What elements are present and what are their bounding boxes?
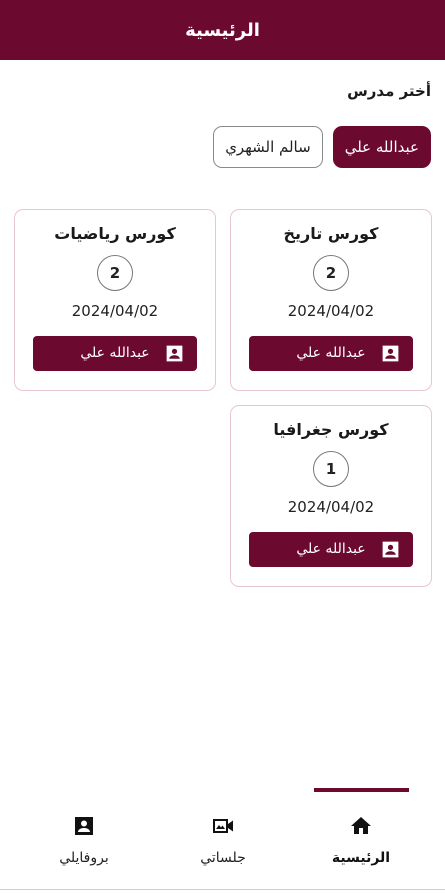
contact-card-icon (382, 345, 399, 362)
course-date: 2024/04/02 (287, 302, 375, 320)
bottom-divider (0, 889, 445, 890)
course-title: كورس تاريخ (283, 224, 379, 243)
nav-label-profile: بروفايلي (59, 850, 109, 866)
course-teacher-button[interactable]: عبدالله علي (33, 336, 197, 371)
choose-teacher-label: أختر مدرس (347, 82, 431, 100)
nav-item-profile[interactable]: بروفايلي (34, 814, 134, 874)
course-count-badge: 1 (313, 451, 349, 487)
home-icon (351, 817, 371, 834)
course-date: 2024/04/02 (287, 498, 375, 516)
nav-label-sessions: جلساتي (200, 850, 246, 866)
nav-item-home[interactable]: الرئيسية (311, 814, 411, 874)
course-card-math[interactable]: كورس رياضيات 2 2024/04/02 عبدالله علي (14, 209, 216, 391)
app-bar: الرئيسية (0, 0, 445, 60)
course-count-badge: 2 (313, 255, 349, 291)
bottom-navigation: الرئيسية جلساتي بروفايلي (0, 788, 445, 896)
course-title: كورس جغرافيا (273, 420, 389, 439)
contact-card-icon (382, 541, 399, 558)
course-date: 2024/04/02 (71, 302, 159, 320)
course-card-history[interactable]: كورس تاريخ 2 2024/04/02 عبدالله علي (230, 209, 432, 391)
video-camera-icon (213, 819, 233, 833)
teacher-chips: عبدالله علي سالم الشهري (213, 126, 431, 168)
nav-item-sessions[interactable]: جلساتي (173, 814, 273, 874)
nav-label-home: الرئيسية (331, 850, 391, 866)
teacher-chip-abdullah[interactable]: عبدالله علي (332, 126, 431, 168)
course-card-geography[interactable]: كورس جغرافيا 1 2024/04/02 عبدالله علي (230, 405, 432, 587)
course-teacher-button[interactable]: عبدالله علي (249, 336, 413, 371)
profile-icon (75, 817, 93, 835)
active-tab-indicator (314, 788, 409, 792)
contact-card-icon (166, 345, 183, 362)
course-title: كورس رياضيات (54, 224, 176, 243)
page-title: الرئيسية (185, 19, 260, 41)
teacher-chip-salem[interactable]: سالم الشهري (213, 126, 323, 168)
course-teacher-button[interactable]: عبدالله علي (249, 532, 413, 567)
course-count-badge: 2 (97, 255, 133, 291)
